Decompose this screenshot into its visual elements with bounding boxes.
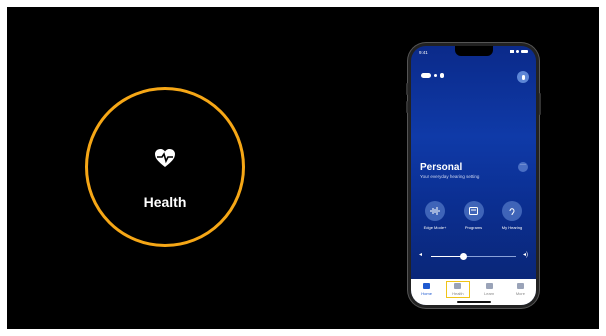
app-screen: 9:41 Personal Your everyday hearing sett… bbox=[411, 46, 536, 305]
program-title: Personal bbox=[420, 162, 463, 173]
action-my-hearing[interactable]: My Hearing bbox=[496, 201, 528, 230]
heart-pulse-icon bbox=[155, 149, 175, 167]
tab-learn[interactable]: Learn bbox=[479, 283, 499, 296]
bottom-tab-bar: Home Health Learn More bbox=[411, 279, 536, 305]
action-label: Edge Mode+ bbox=[423, 225, 447, 230]
action-label: My Hearing bbox=[501, 225, 523, 230]
home-indicator bbox=[456, 301, 491, 303]
programs-icon bbox=[463, 201, 484, 221]
volume-high-icon: ◂) bbox=[522, 252, 528, 258]
volume-low-icon: ◂ bbox=[419, 252, 423, 258]
home-icon bbox=[423, 283, 431, 289]
waveform-icon bbox=[425, 201, 445, 221]
battery-icon bbox=[521, 50, 528, 53]
tab-label: Health bbox=[452, 291, 464, 296]
health-label: Health bbox=[143, 194, 187, 210]
hearing-aid-status[interactable] bbox=[421, 73, 444, 78]
signal-icon bbox=[510, 50, 514, 53]
volume-knob[interactable] bbox=[460, 253, 468, 260]
status-time: 9:41 bbox=[419, 50, 428, 55]
power-side-button bbox=[539, 93, 541, 115]
tab-health[interactable]: Health bbox=[445, 281, 470, 298]
right-hearing-aid-icon bbox=[440, 73, 444, 78]
health-highlight-ring: Health bbox=[85, 87, 245, 247]
learn-icon bbox=[485, 283, 493, 289]
action-programs[interactable]: Programs bbox=[458, 201, 490, 230]
left-hearing-aid-icon bbox=[421, 73, 431, 78]
program-subtitle: Your everyday hearing setting bbox=[420, 174, 480, 179]
slide-background: Health 9:41 Personal Your everyday heari… bbox=[7, 7, 599, 329]
tab-label: More bbox=[515, 291, 525, 296]
microphone-button[interactable] bbox=[517, 71, 529, 83]
volume-slider[interactable]: ◂ ◂) bbox=[419, 251, 528, 261]
health-icon bbox=[454, 283, 462, 289]
status-bar: 9:41 bbox=[419, 49, 528, 57]
wifi-icon bbox=[516, 50, 519, 53]
tab-label: Learn bbox=[484, 291, 495, 296]
more-icon bbox=[516, 283, 524, 289]
tab-label: Home bbox=[421, 291, 432, 296]
system-status-icons bbox=[510, 50, 528, 53]
tab-home[interactable]: Home bbox=[417, 283, 437, 296]
action-edge-mode[interactable]: Edge Mode+ bbox=[419, 201, 451, 230]
microphone-icon bbox=[521, 74, 525, 80]
volume-fill bbox=[431, 256, 464, 257]
quick-actions: Edge Mode+ Programs My Hearing bbox=[419, 201, 528, 230]
action-label: Programs bbox=[464, 225, 483, 230]
ear-icon bbox=[502, 201, 522, 221]
program-options-button[interactable]: ··· bbox=[518, 162, 528, 172]
volume-track[interactable] bbox=[431, 253, 516, 260]
tab-more[interactable]: More bbox=[510, 283, 530, 296]
volume-down-side-button bbox=[406, 101, 408, 113]
connection-dot-icon bbox=[434, 74, 437, 77]
volume-up-side-button bbox=[406, 83, 408, 95]
phone-mockup: 9:41 Personal Your everyday hearing sett… bbox=[406, 43, 541, 308]
